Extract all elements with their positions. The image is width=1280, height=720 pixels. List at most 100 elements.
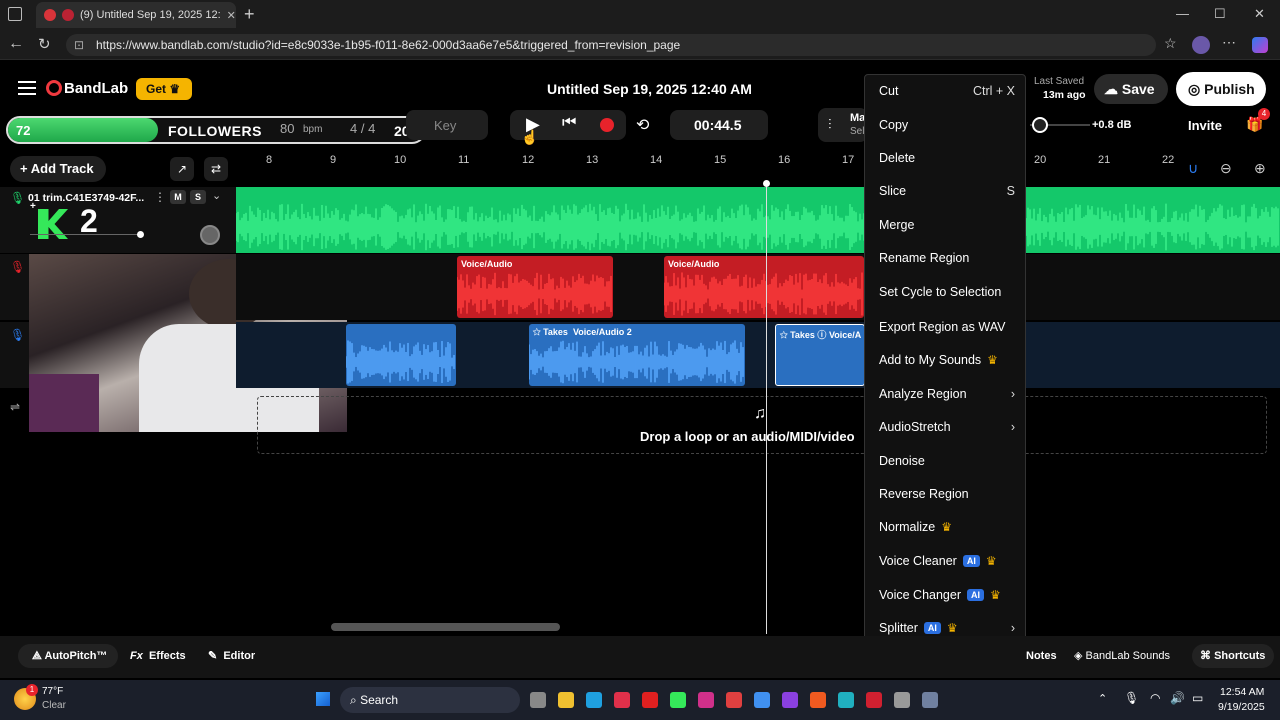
- region-takes-1[interactable]: ✩ Takes Voice/Audio 2: [529, 324, 745, 386]
- track-lane-3[interactable]: ✩ Takes Voice/Audio 2 ✩ Takes ⓘ Voice/A: [236, 322, 1280, 388]
- invite-button[interactable]: Invite: [1188, 118, 1222, 133]
- reload-icon[interactable]: ↻: [38, 35, 51, 53]
- taskbar-search[interactable]: ⌕ Search: [340, 687, 520, 713]
- region-voice-audio-1[interactable]: Voice/Audio: [457, 256, 613, 318]
- zoom-out-icon[interactable]: ⊖: [1220, 160, 1232, 177]
- kick-app-icon[interactable]: [670, 692, 686, 708]
- context-menu-item[interactable]: Add to My Sounds ♛: [879, 349, 1015, 371]
- autopitch-button[interactable]: ⟁ AutoPitch™: [18, 644, 118, 668]
- context-menu-item[interactable]: Voice Changer AI ♛: [879, 584, 1015, 606]
- solo-button[interactable]: S: [190, 190, 206, 204]
- mute-button[interactable]: M: [170, 190, 186, 204]
- close-window-button[interactable]: ✕: [1254, 6, 1265, 22]
- master-volume-knob[interactable]: [1032, 117, 1048, 133]
- effects-button[interactable]: Fx Effects: [122, 644, 192, 668]
- site-info-icon[interactable]: ⊡: [74, 34, 84, 56]
- gmail-icon[interactable]: [726, 692, 742, 708]
- context-menu-item[interactable]: Denoise: [879, 450, 1015, 472]
- track-options-icon[interactable]: ⋮: [154, 190, 166, 204]
- minimize-button[interactable]: —: [1176, 6, 1189, 21]
- track-header-1[interactable]: 🎙 01 trim.C41E3749-42F... ⋮ M S ⌄ + 2: [0, 187, 236, 253]
- track-lane-2[interactable]: Voice/Audio Voice/Audio: [236, 254, 1280, 320]
- mixer-button[interactable]: ⫶ Ma Sel: [818, 108, 868, 142]
- audio-region-green[interactable]: [236, 187, 1280, 253]
- youtube-music-icon[interactable]: [614, 692, 630, 708]
- bandlab-app-icon[interactable]: [866, 692, 882, 708]
- tray-chevron-icon[interactable]: ⌃: [1098, 692, 1107, 705]
- browser-tab[interactable]: (9) Untitled Sep 19, 2025 12: ✕: [36, 2, 236, 28]
- settings-icon[interactable]: [922, 692, 938, 708]
- tab-actions-icon[interactable]: [8, 7, 22, 21]
- context-menu-item[interactable]: Export Region as WAV: [879, 316, 1015, 338]
- file-explorer-icon[interactable]: [558, 692, 574, 708]
- notes-button[interactable]: Notes: [1026, 650, 1057, 662]
- track-volume-knob[interactable]: [137, 231, 144, 238]
- expand-track-icon[interactable]: ⌄: [212, 189, 221, 202]
- menu-icon[interactable]: [18, 81, 36, 95]
- key-selector[interactable]: Key: [406, 110, 488, 140]
- horizontal-scrollbar[interactable]: [331, 623, 560, 631]
- editor-button[interactable]: ✎ Editor: [200, 644, 270, 668]
- track-lane-1[interactable]: [236, 187, 1280, 253]
- context-menu-item[interactable]: Delete: [879, 147, 1015, 169]
- wifi-icon[interactable]: ◠: [1150, 691, 1160, 705]
- mic-tray-icon[interactable]: 🎙: [1124, 691, 1139, 705]
- clock-time[interactable]: 12:54 AM: [1220, 686, 1264, 698]
- edge-icon[interactable]: [586, 692, 602, 708]
- automation-icon[interactable]: ↗: [170, 157, 194, 181]
- region-voice-audio-2[interactable]: Voice/Audio: [664, 256, 864, 318]
- context-menu-item[interactable]: Normalize ♛: [879, 516, 1015, 538]
- copilot-icon[interactable]: [1252, 37, 1268, 53]
- shortcuts-button[interactable]: ⌘ Shortcuts: [1192, 644, 1274, 668]
- close-tab-icon[interactable]: ✕: [227, 9, 236, 22]
- maximize-button[interactable]: ☐: [1214, 6, 1226, 22]
- publish-button[interactable]: ◎ Publish: [1176, 72, 1266, 106]
- twitch-icon[interactable]: [782, 692, 798, 708]
- track-settings-icon[interactable]: ⇄: [204, 157, 228, 181]
- add-track-button[interactable]: + Add Track: [10, 156, 106, 182]
- new-tab-button[interactable]: +: [244, 4, 255, 25]
- context-menu-item[interactable]: Voice Cleaner AI ♛: [879, 550, 1015, 572]
- record-icon[interactable]: [600, 118, 614, 132]
- url-field[interactable]: ⊡ https://www.bandlab.com/studio?id=e8c9…: [66, 34, 1156, 56]
- teams-icon[interactable]: [838, 692, 854, 708]
- loop-icon[interactable]: ⟲: [636, 115, 649, 135]
- task-view-icon[interactable]: [530, 692, 546, 708]
- track-mixer-icon[interactable]: ⇌: [10, 400, 20, 414]
- volume-icon[interactable]: 🔊: [1170, 691, 1185, 705]
- timeline-ruler[interactable]: 8910111213141516171819202122: [236, 150, 1280, 186]
- get-membership-button[interactable]: Get ♛: [136, 78, 192, 100]
- skip-back-icon[interactable]: ⏮: [562, 114, 576, 132]
- windows-start-icon[interactable]: [316, 692, 330, 706]
- time-signature[interactable]: 4 / 4: [350, 121, 375, 136]
- region-blue-1[interactable]: [346, 324, 456, 386]
- favorites-icon[interactable]: ☆: [1164, 35, 1177, 52]
- context-menu-item[interactable]: Analyze Region ›: [879, 383, 1015, 405]
- more-icon[interactable]: ⋯: [1222, 34, 1236, 51]
- playhead-handle[interactable]: [763, 180, 770, 187]
- tempo-value[interactable]: 80: [280, 121, 294, 136]
- context-menu-item[interactable]: Reverse Region: [879, 483, 1015, 505]
- zoom-in-icon[interactable]: ⊕: [1254, 160, 1266, 177]
- obs-icon[interactable]: [894, 692, 910, 708]
- pan-knob[interactable]: [200, 225, 220, 245]
- context-menu-item[interactable]: AudioStretch ›: [879, 416, 1015, 438]
- save-button[interactable]: ☁ Save: [1094, 74, 1168, 104]
- snap-magnet-icon[interactable]: ∪: [1188, 160, 1198, 177]
- context-menu-item[interactable]: Merge: [879, 214, 1015, 236]
- context-menu-item[interactable]: Copy: [879, 114, 1015, 136]
- context-menu-item[interactable]: Rename Region: [879, 247, 1015, 269]
- soundcloud-icon[interactable]: [810, 692, 826, 708]
- bandlab-sounds-button[interactable]: ◈ BandLab Sounds: [1074, 644, 1174, 668]
- context-menu-item[interactable]: Set Cycle to Selection: [879, 281, 1015, 303]
- project-title[interactable]: Untitled Sep 19, 2025 12:40 AM: [547, 81, 752, 97]
- context-menu-item[interactable]: Slice S: [879, 180, 1015, 202]
- playhead[interactable]: [766, 184, 767, 634]
- track-volume-slider[interactable]: [30, 234, 140, 235]
- profile-avatar[interactable]: [1192, 36, 1210, 54]
- chat-icon[interactable]: [754, 692, 770, 708]
- youtube-icon[interactable]: [642, 692, 658, 708]
- clock-date[interactable]: 9/19/2025: [1218, 701, 1265, 713]
- weather-temp[interactable]: 77°F: [42, 686, 63, 697]
- drop-zone[interactable]: ♫ Drop a loop or an audio/MIDI/video: [257, 396, 1267, 454]
